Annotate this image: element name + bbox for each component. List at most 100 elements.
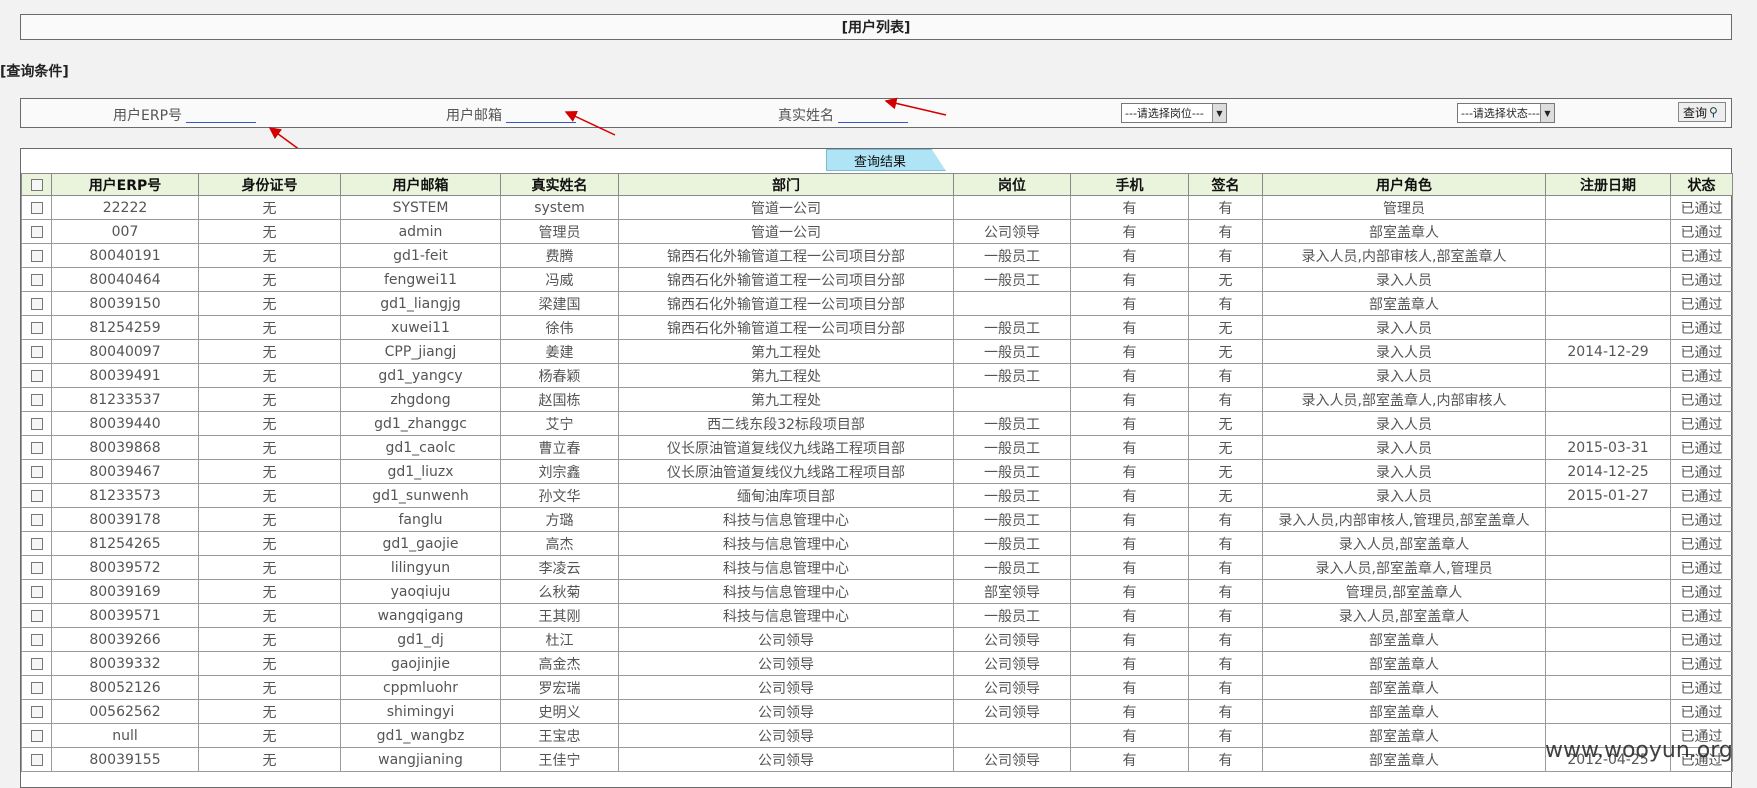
erp-input[interactable] bbox=[186, 107, 257, 123]
row-checkbox[interactable] bbox=[30, 393, 43, 406]
row-checkbox-cell[interactable] bbox=[21, 579, 52, 604]
search-button[interactable]: 查询 ⚲ bbox=[1678, 102, 1726, 122]
row-checkbox-cell[interactable] bbox=[21, 483, 52, 508]
row-checkbox[interactable] bbox=[30, 561, 43, 574]
row-checkbox-cell[interactable] bbox=[21, 243, 52, 268]
row-checkbox[interactable] bbox=[30, 585, 43, 598]
column-header: 部门 bbox=[618, 173, 954, 196]
select-all-checkbox-cell[interactable] bbox=[21, 173, 52, 196]
table-row[interactable]: 80039868 无 gd1_caolc 曹立春 仪长原油管道复线仪九线路工程项目部 一般… bbox=[21, 435, 1733, 460]
table-row[interactable]: 00562562 无 shimingyi 史明义 公司领导 公司领导有有部室盖章人 已通过 bbox=[21, 699, 1733, 724]
table-cell: system bbox=[500, 195, 619, 220]
table-row[interactable]: 80040464 无 fengwei11 冯威 锦西石化外输管道工程一公司项目分部 一般员… bbox=[21, 267, 1733, 292]
table-row[interactable]: 80039491 无 gd1_yangcy 杨春颖 第九工程处 一般员工有有录入人员 已通过 bbox=[21, 363, 1733, 388]
row-checkbox[interactable] bbox=[30, 273, 43, 286]
row-checkbox-cell[interactable] bbox=[21, 555, 52, 580]
row-checkbox-cell[interactable] bbox=[21, 339, 52, 364]
row-checkbox-cell[interactable] bbox=[21, 195, 52, 220]
table-row[interactable]: 80039440 无 gd1_zhanggc 艾宁 西二线东段32标段项目部 一般员工有无… bbox=[21, 411, 1733, 436]
row-checkbox[interactable] bbox=[30, 297, 43, 310]
row-checkbox-cell[interactable] bbox=[21, 747, 52, 772]
table-cell: 么秋菊 bbox=[500, 579, 619, 604]
row-checkbox-cell[interactable] bbox=[21, 315, 52, 340]
table-cell: 锦西石化外输管道工程一公司项目分部 bbox=[618, 315, 954, 340]
tab-query-results[interactable]: 查询结果 bbox=[826, 149, 946, 171]
row-checkbox[interactable] bbox=[30, 249, 43, 262]
row-checkbox[interactable] bbox=[30, 417, 43, 430]
row-checkbox-cell[interactable] bbox=[21, 459, 52, 484]
red-arrow-erp bbox=[268, 127, 301, 151]
row-checkbox[interactable] bbox=[30, 321, 43, 334]
row-checkbox-cell[interactable] bbox=[21, 651, 52, 676]
row-checkbox[interactable] bbox=[30, 609, 43, 622]
table-row[interactable]: 81254259 无 xuwei11 徐伟 锦西石化外输管道工程一公司项目分部 一般员工有… bbox=[21, 315, 1733, 340]
row-checkbox[interactable] bbox=[30, 729, 43, 742]
row-checkbox-cell[interactable] bbox=[21, 699, 52, 724]
table-cell: 无 bbox=[198, 459, 341, 484]
chevron-down-icon[interactable]: ▼ bbox=[1540, 104, 1554, 122]
row-checkbox[interactable] bbox=[30, 513, 43, 526]
table-row[interactable]: 80040097 无 CPP_jiangj 姜建 第九工程处 一般员工有无录入人员 2014… bbox=[21, 339, 1733, 364]
row-checkbox[interactable] bbox=[30, 753, 43, 766]
status-select[interactable]: ---请选择状态--- ▼ bbox=[1457, 103, 1555, 123]
position-select[interactable]: ---请选择岗位--- ▼ bbox=[1121, 103, 1227, 123]
realname-input[interactable] bbox=[838, 107, 908, 123]
table-row[interactable]: 22222 无 SYSTEM system 管道一公司有有管理员 已通过 bbox=[21, 195, 1733, 220]
row-checkbox-cell[interactable] bbox=[21, 675, 52, 700]
table-row[interactable]: 80052126 无 cppmluohr 罗宏瑞 公司领导 公司领导有有部室盖章人 已通过 bbox=[21, 675, 1733, 700]
table-cell: 有 bbox=[1070, 195, 1189, 220]
table-row[interactable]: 80039572 无 lilingyun 李凌云 科技与信息管理中心 一般员工有有录入人员… bbox=[21, 555, 1733, 580]
row-checkbox-cell[interactable] bbox=[21, 507, 52, 532]
row-checkbox[interactable] bbox=[30, 705, 43, 718]
table-cell: shimingyi bbox=[340, 699, 501, 724]
table-row[interactable]: 81233573 无 gd1_sunwenh 孙文华 缅甸油库项目部 一般员工有无录入人员… bbox=[21, 483, 1733, 508]
row-checkbox-cell[interactable] bbox=[21, 267, 52, 292]
chevron-down-icon[interactable]: ▼ bbox=[1212, 104, 1226, 122]
table-row[interactable]: 80039571 无 wangqigang 王其刚 科技与信息管理中心 一般员工有有录入人… bbox=[21, 603, 1733, 628]
table-row[interactable]: 007 无 admin 管理员 管道一公司 公司领导有有部室盖章人 已通过 bbox=[21, 219, 1733, 244]
row-checkbox-cell[interactable] bbox=[21, 627, 52, 652]
email-input[interactable] bbox=[506, 107, 576, 123]
table-cell: 无 bbox=[198, 363, 341, 388]
row-checkbox-cell[interactable] bbox=[21, 435, 52, 460]
row-checkbox-cell[interactable] bbox=[21, 531, 52, 556]
table-cell: 有 bbox=[1070, 411, 1189, 436]
table-cell: 已通过 bbox=[1670, 699, 1733, 724]
column-header: 岗位 bbox=[953, 173, 1071, 196]
table-row[interactable]: 81233537 无 zhgdong 赵国栋 第九工程处有有录入人员,部室盖章人,内部审… bbox=[21, 387, 1733, 412]
row-checkbox-cell[interactable] bbox=[21, 603, 52, 628]
table-row[interactable]: 80039467 无 gd1_liuzx 刘宗鑫 仪长原油管道复线仪九线路工程项目部 一般… bbox=[21, 459, 1733, 484]
table-row[interactable]: 80040191 无 gd1-feit 费腾 锦西石化外输管道工程一公司项目分部 一般员工… bbox=[21, 243, 1733, 268]
table-row[interactable]: 80039150 无 gd1_liangjg 梁建国 锦西石化外输管道工程一公司项目分部… bbox=[21, 291, 1733, 316]
row-checkbox-cell[interactable] bbox=[21, 219, 52, 244]
row-checkbox-cell[interactable] bbox=[21, 291, 52, 316]
table-row[interactable]: 81254265 无 gd1_gaojie 高杰 科技与信息管理中心 一般员工有有录入人员… bbox=[21, 531, 1733, 556]
row-checkbox-cell[interactable] bbox=[21, 411, 52, 436]
row-checkbox[interactable] bbox=[30, 441, 43, 454]
table-cell: 已通过 bbox=[1670, 267, 1733, 292]
table-cell bbox=[1545, 315, 1671, 340]
row-checkbox-cell[interactable] bbox=[21, 363, 52, 388]
table-row[interactable]: 80039155 无 wangjianing 王佳宁 公司领导 公司领导有有部室盖章人 20… bbox=[21, 747, 1733, 772]
table-cell: null bbox=[51, 723, 199, 748]
table-row[interactable]: 80039178 无 fanglu 方璐 科技与信息管理中心 一般员工有有录入人员,内部审… bbox=[21, 507, 1733, 532]
table-row[interactable]: 80039169 无 yaoqiuju 么秋菊 科技与信息管理中心 部室领导有有管理员,部… bbox=[21, 579, 1733, 604]
select-all-checkbox[interactable] bbox=[30, 178, 43, 191]
row-checkbox[interactable] bbox=[30, 537, 43, 550]
row-checkbox[interactable] bbox=[30, 345, 43, 358]
row-checkbox[interactable] bbox=[30, 681, 43, 694]
row-checkbox[interactable] bbox=[30, 465, 43, 478]
row-checkbox[interactable] bbox=[30, 201, 43, 214]
table-cell: 有 bbox=[1188, 603, 1263, 628]
row-checkbox-cell[interactable] bbox=[21, 387, 52, 412]
table-cell: 有 bbox=[1188, 555, 1263, 580]
table-row[interactable]: null 无 gd1_wangbz 王宝忠 公司领导有有部室盖章人 已通过 bbox=[21, 723, 1733, 748]
row-checkbox[interactable] bbox=[30, 633, 43, 646]
row-checkbox[interactable] bbox=[30, 225, 43, 238]
row-checkbox-cell[interactable] bbox=[21, 723, 52, 748]
table-row[interactable]: 80039332 无 gaojinjie 高金杰 公司领导 公司领导有有部室盖章人 已通过 bbox=[21, 651, 1733, 676]
table-row[interactable]: 80039266 无 gd1_dj 杜江 公司领导 公司领导有有部室盖章人 已通过 bbox=[21, 627, 1733, 652]
row-checkbox[interactable] bbox=[30, 489, 43, 502]
row-checkbox[interactable] bbox=[30, 657, 43, 670]
row-checkbox[interactable] bbox=[30, 369, 43, 382]
